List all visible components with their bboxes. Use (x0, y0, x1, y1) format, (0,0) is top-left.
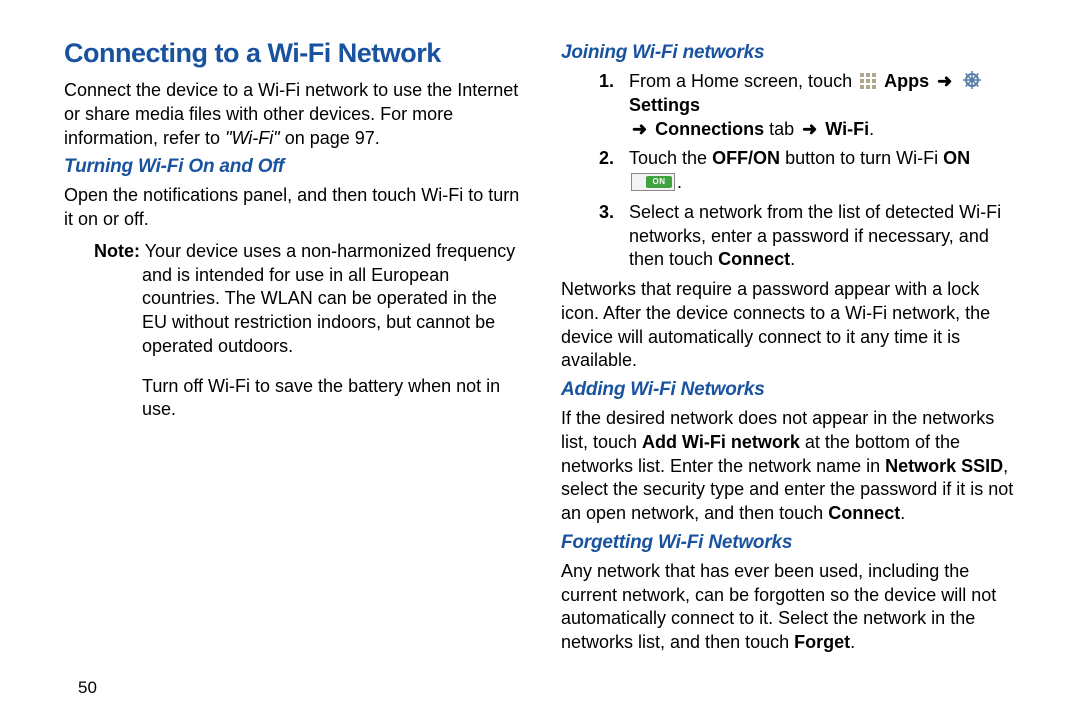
manual-page: Connecting to a Wi-Fi Network Connect th… (0, 0, 1080, 720)
network-ssid-label: Network SSID (885, 456, 1003, 476)
offon-label: OFF/ON (712, 148, 780, 168)
step-2: 2. Touch the OFF/ON button to turn Wi-Fi… (629, 147, 1020, 195)
forget-text-a: Any network that has ever been used, inc… (561, 561, 996, 652)
lock-icon-paragraph: Networks that require a password appear … (561, 278, 1020, 373)
connections-tab-text: tab (764, 119, 799, 139)
apps-label: Apps (884, 71, 929, 91)
adding-paragraph: If the desired network does not appear i… (561, 407, 1020, 526)
arrow-icon: ➜ (802, 119, 817, 139)
on-switch-text: ON (646, 176, 672, 188)
forgetting-paragraph: Any network that has ever been used, inc… (561, 560, 1020, 655)
step1-text-a: From a Home screen, touch (629, 71, 857, 91)
subhead-turning: Turning Wi-Fi On and Off (64, 156, 523, 178)
step3-text-a: Select a network from the list of detect… (629, 202, 1001, 270)
left-column: Connecting to a Wi-Fi Network Connect th… (64, 38, 523, 700)
connections-label: Connections (655, 119, 764, 139)
intro-link-em: "Wi-Fi" (225, 128, 280, 148)
settings-icon (962, 70, 982, 90)
arrow-icon: ➜ (632, 119, 647, 139)
connect-label: Connect (718, 249, 790, 269)
forget-label: Forget (794, 632, 850, 652)
step-number: 3. (599, 201, 627, 225)
subhead-adding: Adding Wi-Fi Networks (561, 379, 1020, 401)
step-number: 1. (599, 70, 627, 94)
step2-text-b: button to turn Wi-Fi (780, 148, 943, 168)
step2-text-a: Touch the (629, 148, 712, 168)
apps-icon (859, 72, 877, 90)
on-label: ON (943, 148, 970, 168)
joining-steps: 1. From a Home screen, touch Apps ➜ (629, 70, 1020, 272)
step-3: 3. Select a network from the list of det… (629, 201, 1020, 272)
note-body: Your device uses a non-harmonized freque… (142, 241, 515, 356)
intro-text-c: on page 97. (280, 128, 380, 148)
note-block: Note: Your device uses a non-harmonized … (94, 240, 523, 359)
arrow-icon: ➜ (937, 71, 952, 91)
connect-label-2: Connect (828, 503, 900, 523)
step-1: 1. From a Home screen, touch Apps ➜ (629, 70, 1020, 141)
add-wifi-label: Add Wi-Fi network (642, 432, 800, 452)
note-paragraph: Note: Your device uses a non-harmonized … (142, 240, 523, 359)
settings-label: Settings (629, 95, 700, 115)
step-number: 2. (599, 147, 627, 171)
save-battery-paragraph: Turn off Wi-Fi to save the battery when … (142, 375, 523, 423)
note-label: Note: (94, 241, 140, 261)
turning-body: Open the notifications panel, and then t… (64, 184, 523, 232)
wifi-label: Wi-Fi (825, 119, 869, 139)
page-number: 50 (78, 678, 97, 698)
subhead-joining: Joining Wi-Fi networks (561, 42, 1020, 64)
on-switch-icon: ON (631, 173, 675, 191)
subhead-forgetting: Forgetting Wi-Fi Networks (561, 532, 1020, 554)
page-title: Connecting to a Wi-Fi Network (64, 38, 523, 69)
intro-paragraph: Connect the device to a Wi-Fi network to… (64, 79, 523, 150)
right-column: Joining Wi-Fi networks 1. From a Home sc… (561, 38, 1020, 700)
